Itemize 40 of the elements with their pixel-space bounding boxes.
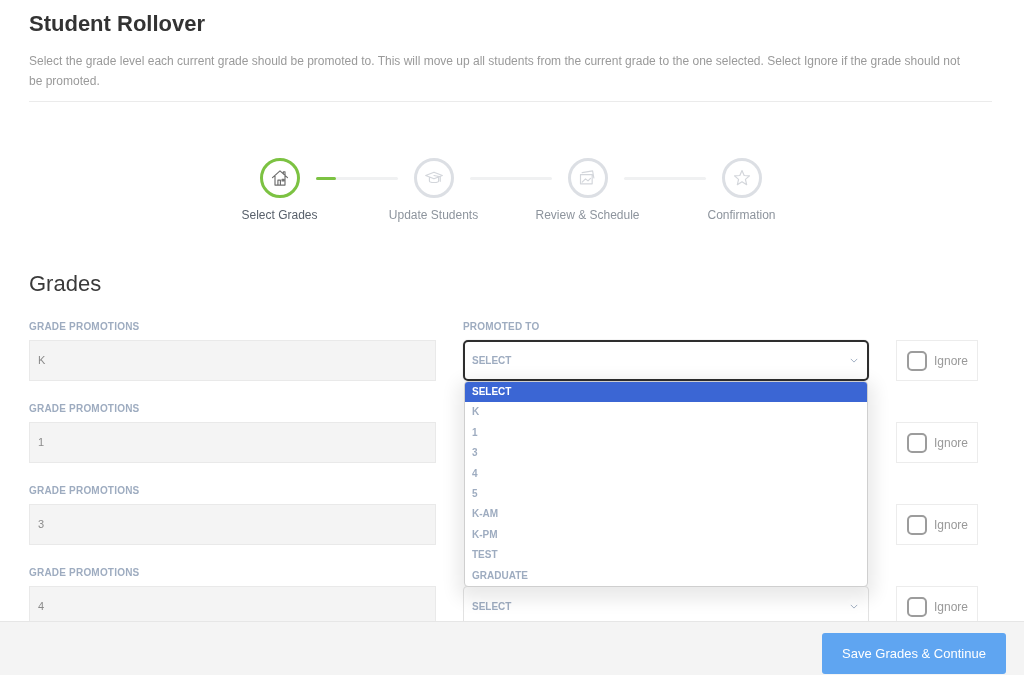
ignore-option[interactable]: Ignore <box>896 422 978 463</box>
field-label: GRADE PROMOTIONS <box>29 320 140 334</box>
step-label: Update Students <box>388 208 479 222</box>
checkbox[interactable] <box>907 514 927 535</box>
house-icon <box>269 168 290 188</box>
chevron-down-icon <box>850 604 858 609</box>
dropdown-option[interactable]: TEST <box>465 545 867 566</box>
dropdown-option[interactable]: K-PM <box>465 524 867 546</box>
dropdown-option[interactable]: GRADUATE <box>465 565 867 586</box>
page-description: Select the grade level each current grade should be promoted to. This will move up all students from the current grade to the one selected. Select Ignore if the grade should not be promoted. <box>29 53 961 90</box>
dropdown-option[interactable]: 3 <box>465 443 867 464</box>
grade-field[interactable]: 3 <box>29 504 436 545</box>
field-label: GRADE PROMOTIONS <box>29 566 140 580</box>
dropdown-option[interactable]: 1 <box>465 422 867 444</box>
dropdown-option[interactable]: K-AM <box>465 504 867 525</box>
checkbox[interactable] <box>907 350 927 371</box>
checkbox[interactable] <box>907 432 927 453</box>
step-label: Select Grades <box>241 208 318 222</box>
dropdown-option[interactable]: K <box>465 402 867 423</box>
step-label: Confirmation <box>707 208 776 222</box>
step-label: Review & Schedule <box>535 208 640 222</box>
grade-field[interactable]: K <box>29 340 436 381</box>
section-heading: Grades <box>29 271 103 297</box>
star-icon <box>731 168 752 188</box>
save-button[interactable]: Save Grades & Continue <box>822 633 1006 674</box>
field-label: GRADE PROMOTIONS <box>29 402 140 416</box>
ignore-option[interactable]: Ignore <box>896 504 978 545</box>
dropdown-option[interactable]: 4 <box>465 463 867 484</box>
select-field[interactable]: SELECT <box>463 340 869 381</box>
chevron-down-icon <box>850 358 858 363</box>
grade-field[interactable]: 4 <box>29 586 436 621</box>
field-label: GRADE PROMOTIONS <box>29 484 140 498</box>
dropdown-option[interactable]: 5 <box>465 483 867 505</box>
field-label: PROMOTED TO <box>463 320 540 334</box>
grade-field[interactable]: 1 <box>29 422 436 463</box>
checkbox[interactable] <box>907 596 927 617</box>
ignore-option[interactable]: Ignore <box>896 340 978 381</box>
page-title: Student Rollover <box>29 11 206 37</box>
dropdown-option[interactable]: SELECT <box>465 382 867 403</box>
select-field[interactable]: SELECT <box>463 586 869 621</box>
